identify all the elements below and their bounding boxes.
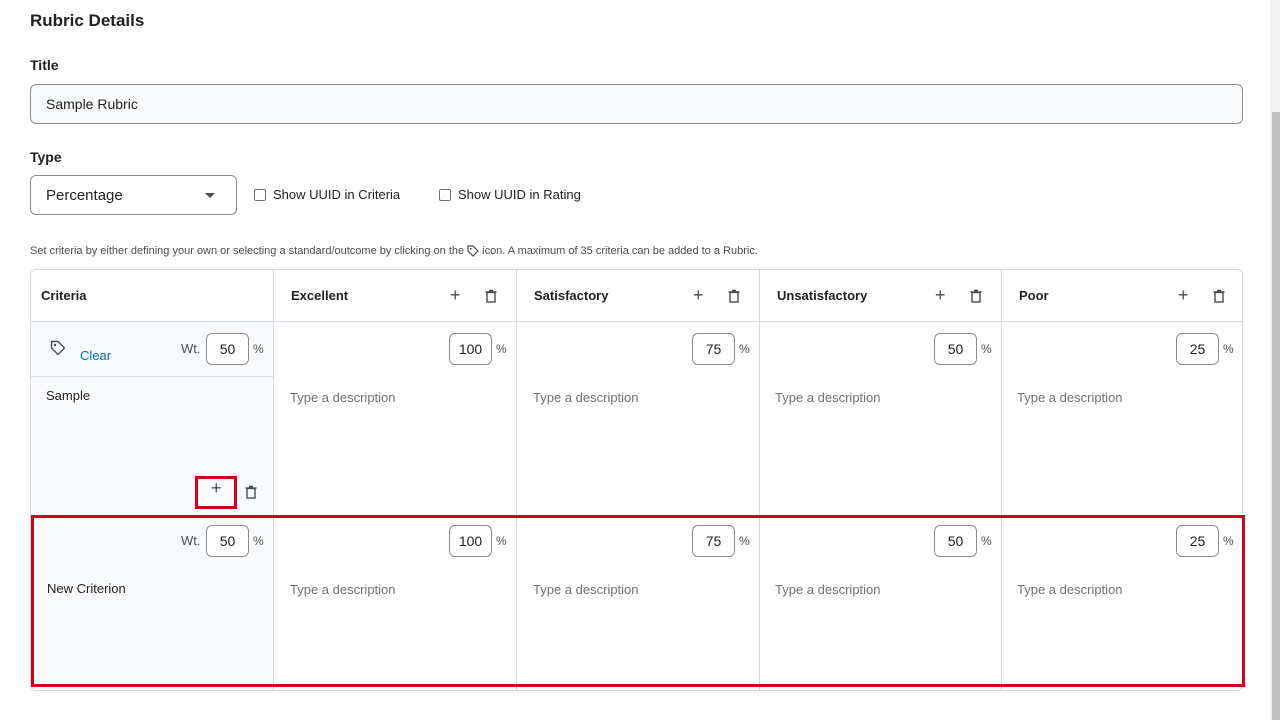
trash-icon[interactable]	[1213, 289, 1225, 303]
weight-input[interactable]: 50	[206, 333, 249, 365]
clear-link[interactable]: Clear	[80, 348, 111, 363]
tag-icon	[467, 245, 479, 257]
description-field[interactable]: Type a description	[775, 390, 881, 405]
tag-icon[interactable]	[50, 340, 66, 356]
trash-icon[interactable]	[970, 289, 982, 303]
show-uuid-rating-label: Show UUID in Rating	[458, 187, 581, 202]
description-field[interactable]: Type a description	[1017, 390, 1123, 405]
criteria-hint: Set criteria by either defining your own…	[30, 245, 758, 257]
trash-icon[interactable]	[245, 485, 257, 499]
criteria-header-label: Criteria	[41, 288, 87, 303]
weight-label: Wt.	[181, 341, 201, 356]
add-level-plus-icon[interactable]: +	[1178, 285, 1189, 306]
scrollbar-thumb[interactable]	[1272, 112, 1280, 720]
section-title: Rubric Details	[30, 11, 145, 30]
description-field[interactable]: Type a description	[533, 390, 639, 405]
level-header-satisfactory: Satisfactory +	[516, 270, 759, 322]
add-level-plus-icon[interactable]: +	[935, 285, 946, 306]
level-name: Satisfactory	[534, 288, 609, 303]
type-select[interactable]: Percentage	[30, 175, 237, 215]
hint-text-start: Set criteria by either defining your own…	[30, 245, 465, 257]
show-uuid-criteria-checkbox[interactable]: Show UUID in Criteria	[254, 187, 400, 202]
level-score-input[interactable]: 100	[449, 333, 492, 365]
trash-icon[interactable]	[485, 289, 497, 303]
highlight-add-criterion	[195, 476, 237, 509]
type-label: Type	[30, 149, 62, 165]
add-level-plus-icon[interactable]: +	[450, 285, 461, 306]
criterion-name[interactable]: Sample	[46, 388, 90, 403]
show-uuid-criteria-label: Show UUID in Criteria	[273, 187, 401, 202]
level-name: Excellent	[291, 288, 349, 303]
level-header-unsatisfactory: Unsatisfactory +	[759, 270, 1001, 322]
level-name: Unsatisfactory	[777, 288, 868, 303]
type-selected-value: Percentage	[46, 186, 123, 204]
description-field[interactable]: Type a description	[290, 390, 396, 405]
hint-text-end: icon. A maximum of 35 criteria can be ad…	[482, 245, 758, 257]
caret-down-icon	[205, 192, 215, 198]
add-level-plus-icon[interactable]: +	[693, 285, 704, 306]
criteria-header: Criteria	[31, 270, 273, 322]
highlight-new-criterion-row	[31, 515, 1245, 687]
percent-sign: %	[1223, 342, 1234, 356]
percent-sign: %	[496, 342, 507, 356]
level-score-input[interactable]: 25	[1176, 333, 1219, 365]
level-name: Poor	[1019, 288, 1049, 303]
checkbox-box[interactable]	[254, 188, 266, 201]
show-uuid-rating-checkbox[interactable]: Show UUID in Rating	[439, 187, 581, 202]
title-label: Title	[30, 57, 59, 73]
percent-sign: %	[981, 342, 992, 356]
level-score-input[interactable]: 75	[692, 333, 735, 365]
percent-sign: %	[253, 342, 264, 356]
percent-sign: %	[739, 342, 750, 356]
level-header-excellent: Excellent +	[273, 270, 516, 322]
row-divider	[31, 376, 273, 377]
title-input[interactable]	[30, 84, 1243, 124]
checkbox-box[interactable]	[439, 188, 451, 201]
trash-icon[interactable]	[728, 289, 740, 303]
level-score-input[interactable]: 50	[934, 333, 977, 365]
level-header-poor: Poor +	[1001, 270, 1242, 322]
